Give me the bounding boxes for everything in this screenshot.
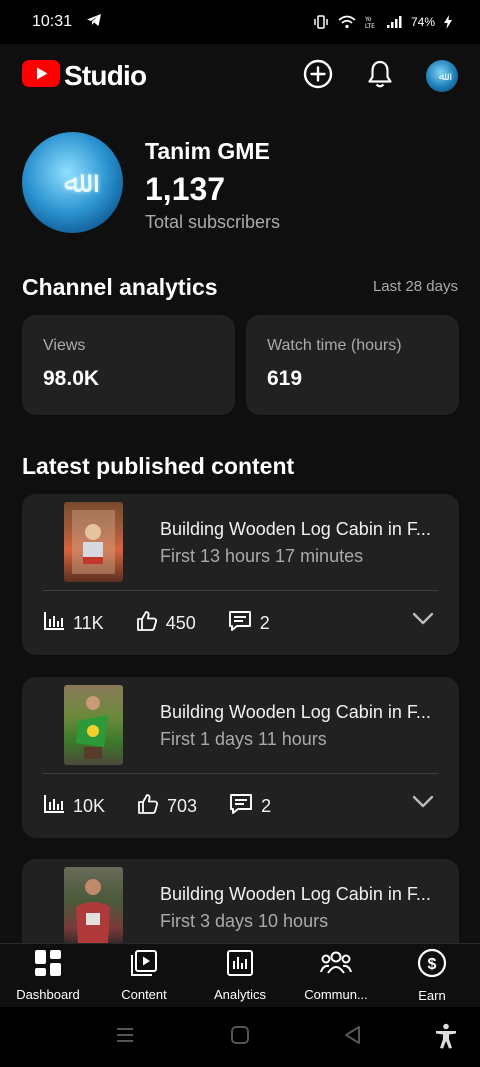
- recents-icon[interactable]: [115, 1025, 135, 1050]
- video-title: Building Wooden Log Cabin in F...: [160, 519, 431, 539]
- comments-stat: 2: [228, 610, 270, 637]
- channel-name: Tanim GME: [145, 138, 270, 164]
- comments-stat: 2: [229, 793, 271, 820]
- nav-label: Commun...: [304, 987, 368, 1002]
- back-icon[interactable]: [343, 1025, 363, 1050]
- wifi-icon: [338, 15, 356, 29]
- comments-count: 2: [261, 795, 272, 816]
- account-avatar-glyph: ﷲ: [438, 70, 446, 83]
- bottom-navigation: Dashboard Content Analytics Commun... $ …: [0, 943, 480, 1007]
- bell-icon: [366, 59, 394, 94]
- create-button[interactable]: [302, 59, 334, 94]
- chevron-down-icon: [412, 795, 434, 813]
- content-card[interactable]: Building Wooden Log Cabin in F... First …: [22, 859, 459, 943]
- earn-icon: $: [417, 948, 447, 983]
- bar-chart-icon: [43, 611, 65, 636]
- account-avatar[interactable]: ﷲ: [426, 60, 458, 92]
- logo-text: Studio: [64, 60, 147, 91]
- subscriber-label: Total subscribers: [145, 212, 281, 232]
- video-thumbnail[interactable]: [64, 685, 123, 765]
- accessibility-icon[interactable]: [434, 1023, 458, 1054]
- subscriber-count: 1,137: [145, 171, 226, 207]
- likes-count: 450: [165, 612, 196, 633]
- metric-label: Views: [43, 337, 86, 354]
- volte-icon: Yo LTE: [365, 15, 377, 29]
- svg-text:$: $: [428, 956, 437, 973]
- video-thumbnail[interactable]: [64, 867, 123, 943]
- svg-text:LTE: LTE: [365, 23, 375, 29]
- comments-count: 2: [259, 612, 270, 633]
- video-title: Building Wooden Log Cabin in F...: [160, 702, 431, 722]
- thumbs-up-icon: [136, 610, 158, 637]
- metric-label: Watch time (hours): [267, 337, 402, 354]
- status-bar: 10:31 Yo LTE 74%: [0, 0, 480, 44]
- nav-content[interactable]: Content: [96, 944, 192, 1007]
- content-icon: [130, 949, 158, 982]
- content-card[interactable]: Building Wooden Log Cabin in F... First …: [22, 494, 459, 655]
- chevron-down-icon: [412, 612, 434, 630]
- likes-stat: 703: [137, 793, 197, 820]
- nav-label: Dashboard: [16, 987, 80, 1002]
- channel-avatar-calligraphy: ﷲ: [63, 165, 82, 200]
- nav-earn[interactable]: $ Earn: [384, 944, 480, 1007]
- charging-icon: [444, 15, 452, 29]
- nav-label: Content: [121, 987, 167, 1002]
- nav-community[interactable]: Commun...: [288, 944, 384, 1007]
- video-title: Building Wooden Log Cabin in F...: [160, 884, 431, 904]
- comment-icon: [228, 610, 252, 637]
- nav-dashboard[interactable]: Dashboard: [0, 944, 96, 1007]
- video-age: First 1 days 11 hours: [160, 729, 327, 749]
- channel-summary: ﷲ Tanim GME 1,137 Total subscribers: [22, 132, 462, 242]
- add-circle-icon: [303, 59, 333, 94]
- studio-logo[interactable]: Studio: [22, 60, 147, 92]
- vibrate-icon: [313, 15, 329, 29]
- views-card[interactable]: Views 98.0K: [22, 315, 235, 415]
- latest-content-title: Latest published content: [22, 453, 295, 479]
- comment-icon: [229, 793, 253, 820]
- telegram-icon: [86, 13, 102, 32]
- nav-label: Analytics: [213, 987, 267, 1002]
- video-thumbnail[interactable]: [64, 502, 123, 582]
- community-icon: [320, 949, 352, 982]
- channel-avatar[interactable]: ﷲ: [22, 132, 123, 233]
- views-count: 10K: [73, 795, 106, 816]
- analytics-period: Last 28 days: [372, 278, 458, 295]
- content-card[interactable]: Building Wooden Log Cabin in F... First …: [22, 677, 459, 838]
- svg-text:Yo: Yo: [365, 16, 372, 23]
- app-bar: Studio ﷲ: [0, 44, 480, 108]
- analytics-icon: [226, 949, 254, 982]
- expand-button[interactable]: [412, 795, 434, 814]
- metric-value: 98.0K: [43, 367, 100, 390]
- views-count: 11K: [73, 612, 104, 633]
- video-age: First 13 hours 17 minutes: [160, 546, 364, 566]
- notifications-button[interactable]: [364, 60, 396, 92]
- status-time: 10:31: [32, 13, 73, 30]
- bar-chart-icon: [43, 794, 65, 819]
- views-stat: 11K: [43, 611, 104, 636]
- system-navigation: [0, 1007, 480, 1067]
- youtube-play-icon: [22, 60, 60, 92]
- video-age: First 3 days 10 hours: [160, 911, 329, 931]
- dashboard-icon: [34, 949, 62, 982]
- home-icon[interactable]: [230, 1025, 250, 1050]
- expand-button[interactable]: [412, 612, 434, 631]
- nav-label: Earn: [418, 988, 446, 1003]
- signal-icon: [386, 15, 402, 29]
- battery-text: 74%: [410, 15, 435, 29]
- views-stat: 10K: [43, 794, 105, 819]
- channel-analytics-title: Channel analytics: [22, 274, 218, 300]
- thumbs-up-icon: [137, 793, 159, 820]
- likes-stat: 450: [136, 610, 196, 637]
- watch-time-card[interactable]: Watch time (hours) 619: [246, 315, 459, 415]
- likes-count: 703: [167, 795, 198, 816]
- nav-analytics[interactable]: Analytics: [192, 944, 288, 1007]
- metric-value: 619: [267, 367, 303, 390]
